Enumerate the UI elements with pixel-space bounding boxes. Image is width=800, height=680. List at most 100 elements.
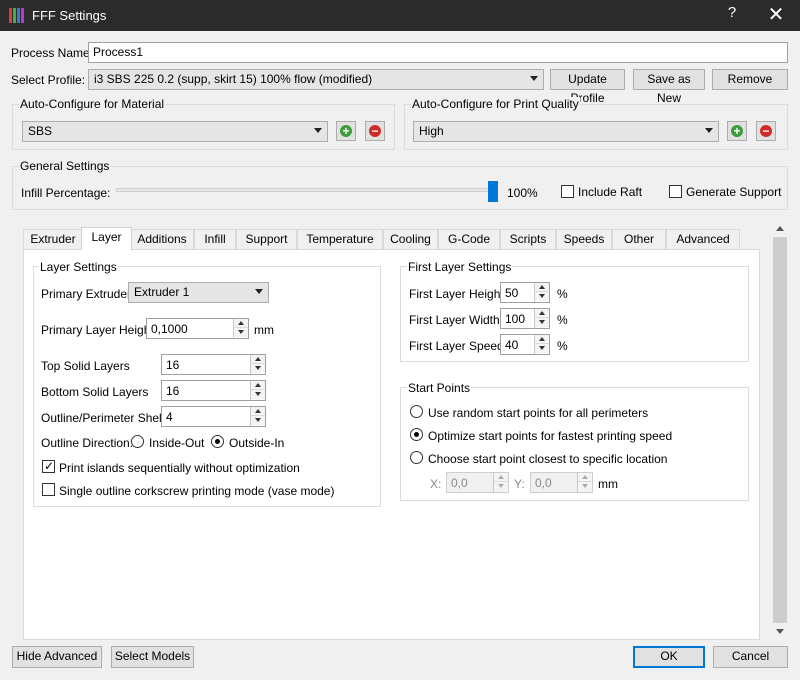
ok-button[interactable]: OK [633, 646, 705, 668]
first-layer-height-label: First Layer Height [409, 287, 504, 301]
remove-material-button[interactable]: − [365, 121, 385, 141]
spin-down-icon[interactable] [578, 482, 592, 491]
top-solid-layers-spinbox[interactable]: 16 [161, 354, 266, 375]
help-icon[interactable]: ? [722, 4, 742, 26]
infill-slider-track[interactable] [116, 188, 498, 192]
first-layer-width-value: 100 [505, 312, 526, 326]
spin-up-icon[interactable] [535, 309, 549, 318]
update-profile-button[interactable]: Update Profile [550, 69, 625, 105]
spin-up-icon[interactable] [234, 319, 248, 328]
tab-other[interactable]: Other [612, 229, 666, 249]
y-label: Y: [514, 477, 525, 491]
first-layer-width-spinbox[interactable]: 100 [500, 308, 550, 329]
primary-extruder-select[interactable]: Extruder 1 [128, 282, 269, 303]
include-raft-label: Include Raft [578, 185, 643, 199]
vertical-scrollbar[interactable] [771, 222, 788, 640]
x-spinbox[interactable]: 0,0 [446, 472, 509, 493]
scrollbar-thumb[interactable] [773, 237, 787, 623]
tab-additions[interactable]: Additions [130, 229, 194, 249]
tab-g-code[interactable]: G-Code [438, 229, 500, 249]
perimeter-shells-label: Outline/Perimeter Shells [41, 411, 171, 425]
minus-icon: − [760, 125, 772, 137]
tab-advanced[interactable]: Advanced [666, 229, 740, 249]
spin-down-icon[interactable] [535, 318, 549, 327]
first-layer-width-unit: % [557, 313, 568, 327]
add-quality-button[interactable]: + [727, 121, 747, 141]
start-point-unit: mm [598, 477, 618, 491]
include-raft-checkbox[interactable] [561, 185, 574, 198]
infill-percentage-value: 100% [507, 186, 538, 200]
cancel-button[interactable]: Cancel [713, 646, 788, 668]
optimize-start-label: Optimize start points for fastest printi… [428, 429, 673, 443]
quality-select[interactable]: High [413, 121, 719, 142]
tab-cooling[interactable]: Cooling [383, 229, 438, 249]
spin-up-icon[interactable] [535, 283, 549, 292]
scroll-up-icon[interactable] [776, 226, 784, 231]
outside-in-radio[interactable] [211, 435, 224, 448]
first-layer-speed-label: First Layer Speed [409, 339, 504, 353]
infill-slider-handle[interactable] [488, 181, 498, 202]
save-as-new-button[interactable]: Save as New [633, 69, 705, 105]
random-start-radio[interactable] [410, 405, 423, 418]
chevron-down-icon [255, 289, 263, 294]
spin-down-icon[interactable] [535, 344, 549, 353]
spin-up-icon[interactable] [251, 355, 265, 364]
first-layer-height-unit: % [557, 287, 568, 301]
add-material-button[interactable]: + [336, 121, 356, 141]
process-name-input[interactable]: Process1 [88, 42, 788, 63]
first-layer-speed-spinbox[interactable]: 40 [500, 334, 550, 355]
select-profile-label: Select Profile: [11, 73, 86, 87]
tab-support[interactable]: Support [236, 229, 297, 249]
quality-group-title: Auto-Configure for Print Quality [411, 97, 580, 111]
closest-start-label: Choose start point closest to specific l… [428, 452, 668, 466]
scroll-down-icon[interactable] [776, 629, 784, 634]
first-layer-height-spinbox[interactable]: 50 [500, 282, 550, 303]
primary-layer-height-label: Primary Layer Height [41, 323, 154, 337]
print-islands-checkbox[interactable] [42, 459, 55, 473]
tab-temperature[interactable]: Temperature [297, 229, 383, 249]
generate-support-checkbox[interactable] [669, 185, 682, 198]
closest-start-radio[interactable] [410, 451, 423, 464]
spin-down-icon[interactable] [535, 292, 549, 301]
hide-advanced-button[interactable]: Hide Advanced [12, 646, 102, 668]
minus-icon: − [369, 125, 381, 137]
spin-down-icon[interactable] [494, 482, 508, 491]
spin-up-icon[interactable] [578, 473, 592, 482]
spin-down-icon[interactable] [251, 416, 265, 425]
layer-settings-title: Layer Settings [39, 260, 118, 274]
bottom-solid-layers-spinbox[interactable]: 16 [161, 380, 266, 401]
primary-extruder-label: Primary Extruder [41, 287, 132, 301]
spin-up-icon[interactable] [251, 381, 265, 390]
perimeter-shells-spinbox[interactable]: 4 [161, 406, 266, 427]
first-layer-height-value: 50 [505, 286, 519, 300]
spin-up-icon[interactable] [535, 335, 549, 344]
tab-infill[interactable]: Infill [194, 229, 236, 249]
primary-layer-height-spinbox[interactable]: 0,1000 [146, 318, 249, 339]
spin-up-icon[interactable] [494, 473, 508, 482]
tab-layer[interactable]: Layer [81, 227, 132, 250]
tab-speeds[interactable]: Speeds [556, 229, 612, 249]
material-select[interactable]: SBS [22, 121, 328, 142]
process-name-label: Process Name: [11, 46, 94, 60]
inside-out-label: Inside-Out [149, 436, 205, 450]
vase-mode-checkbox[interactable] [42, 483, 55, 496]
select-models-button[interactable]: Select Models [111, 646, 194, 668]
top-solid-layers-value: 16 [166, 358, 180, 372]
remove-quality-button[interactable]: − [756, 121, 776, 141]
general-settings-title: General Settings [19, 159, 111, 173]
y-spinbox[interactable]: 0,0 [530, 472, 593, 493]
primary-extruder-value: Extruder 1 [134, 285, 190, 299]
tab-scripts[interactable]: Scripts [500, 229, 556, 249]
profile-select[interactable]: i3 SBS 225 0.2 (supp, skirt 15) 100% flo… [88, 69, 544, 90]
optimize-start-radio[interactable] [410, 428, 423, 441]
tab-extruder[interactable]: Extruder [23, 229, 83, 249]
spin-down-icon[interactable] [251, 390, 265, 399]
quality-select-value: High [419, 124, 444, 138]
chevron-down-icon [705, 128, 713, 133]
spin-down-icon[interactable] [251, 364, 265, 373]
close-icon[interactable]: ✕ [764, 2, 788, 28]
spin-down-icon[interactable] [234, 328, 248, 337]
spin-up-icon[interactable] [251, 407, 265, 416]
inside-out-radio[interactable] [131, 435, 144, 448]
remove-profile-button[interactable]: Remove [712, 69, 788, 90]
